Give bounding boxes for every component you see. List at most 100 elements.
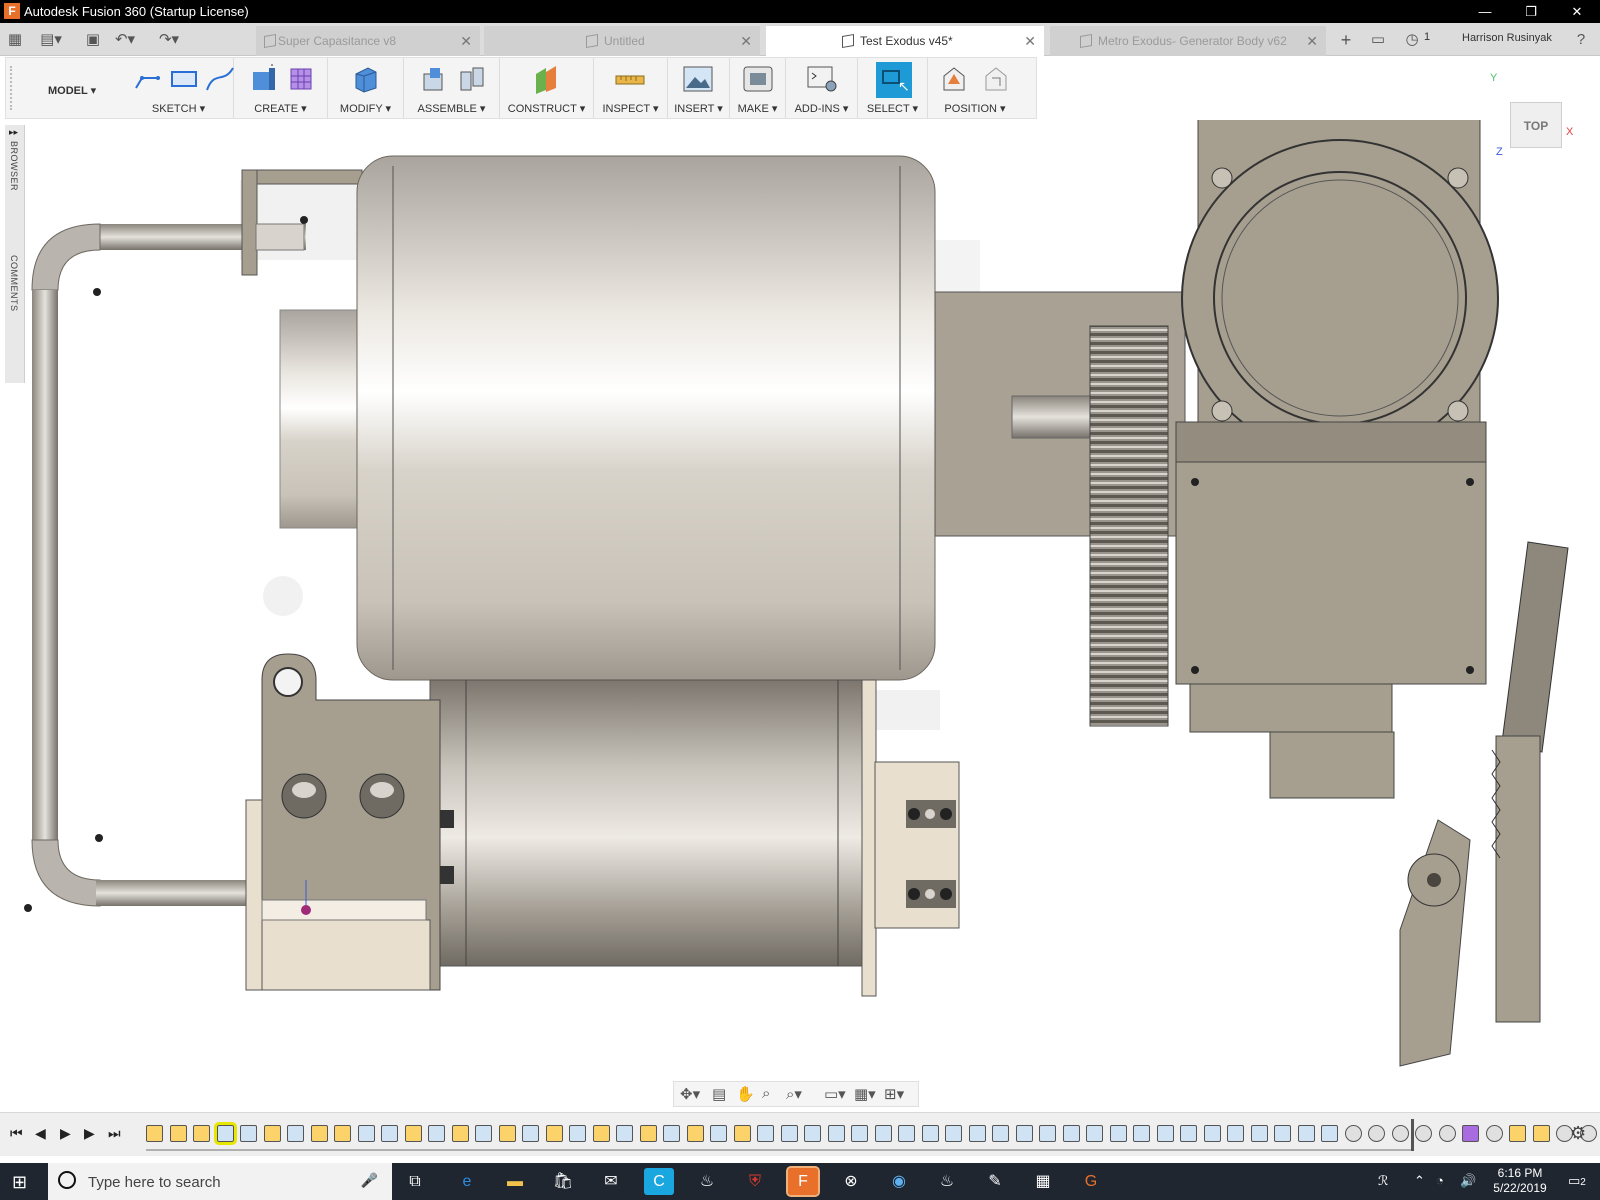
assemble-group[interactable]: ASSEMBLE ▾ — [404, 58, 500, 118]
windows-start-icon[interactable]: ⊞ — [12, 1172, 27, 1193]
notification-icon[interactable]: ▭2 — [1568, 1173, 1586, 1189]
timeline-feature[interactable] — [357, 1125, 375, 1142]
timeline-feature[interactable] — [428, 1125, 445, 1142]
timeline-feature[interactable] — [968, 1125, 986, 1142]
timeline-feature[interactable] — [569, 1125, 586, 1142]
form-icon[interactable] — [286, 64, 318, 94]
timeline-feature[interactable] — [1086, 1125, 1103, 1142]
timeline-feature[interactable] — [1062, 1125, 1080, 1142]
restore-button[interactable]: ❐ — [1508, 0, 1554, 23]
timeline-feature[interactable] — [1109, 1125, 1127, 1142]
timeline-feature[interactable] — [639, 1125, 657, 1142]
timeline-feature[interactable] — [1133, 1125, 1150, 1142]
viewcube[interactable]: TOP — [1510, 102, 1562, 148]
timeline-feature[interactable] — [287, 1125, 304, 1142]
rectangle-sketch-icon[interactable] — [168, 64, 200, 94]
timeline-feature[interactable] — [1485, 1125, 1503, 1142]
timeline-feature[interactable] — [1015, 1125, 1033, 1142]
taskbar-clock[interactable]: 6:16 PM 5/22/2019 — [1480, 1166, 1560, 1196]
position-group[interactable]: POSITION ▾ — [928, 58, 1022, 118]
timeline-track[interactable] — [146, 1149, 1414, 1151]
timeline-feature[interactable] — [686, 1125, 704, 1142]
taskbar-search[interactable]: Type here to search 🎤 — [48, 1163, 392, 1200]
microphone-icon[interactable]: 🎤 — [361, 1172, 378, 1189]
timeline-feature[interactable] — [1274, 1125, 1291, 1142]
app-icon-1[interactable]: ◉ — [884, 1168, 914, 1195]
timeline-feature[interactable] — [1391, 1125, 1409, 1142]
timeline-feature[interactable] — [1438, 1125, 1456, 1142]
timeline-feature[interactable] — [827, 1125, 845, 1142]
timeline-feature[interactable] — [263, 1125, 281, 1142]
timeline-feature[interactable] — [169, 1125, 187, 1142]
store-icon[interactable]: 🛍 — [548, 1168, 578, 1195]
tab-super-capasitance[interactable]: Super Capasitance v8 ✕ — [256, 26, 480, 56]
timeline-feature[interactable] — [1532, 1125, 1550, 1142]
play-icon[interactable]: ▶ — [60, 1125, 71, 1142]
3d-viewport[interactable] — [0, 120, 1600, 1080]
press-pull-icon[interactable] — [350, 64, 382, 94]
measure-icon[interactable] — [614, 64, 646, 94]
timeline-feature[interactable] — [1203, 1125, 1221, 1142]
gear-icon[interactable]: ⚙ — [1570, 1123, 1586, 1144]
joint-icon[interactable] — [456, 64, 488, 94]
extrude-icon[interactable] — [248, 64, 280, 94]
go-to-end-icon[interactable]: ⏭ — [108, 1125, 121, 1142]
scripts-icon[interactable] — [806, 64, 838, 94]
timeline-feature[interactable] — [334, 1125, 351, 1142]
timeline-feature[interactable] — [240, 1125, 257, 1142]
make-group[interactable]: MAKE ▾ — [730, 58, 786, 118]
fusion-taskbar-icon[interactable]: F — [786, 1166, 820, 1197]
pan-icon[interactable]: ✋ — [736, 1085, 755, 1103]
file-icon[interactable]: ▤▾ — [40, 29, 62, 51]
grid-icon[interactable]: ▦ — [4, 29, 26, 51]
close-tab-icon[interactable]: ✕ — [1306, 26, 1318, 56]
grid-settings-icon[interactable]: ▦▾ — [854, 1085, 876, 1103]
timeline-feature[interactable] — [381, 1125, 398, 1142]
construct-group[interactable]: CONSTRUCT ▾ — [500, 58, 594, 118]
undo-icon[interactable]: ↶▾ — [114, 29, 136, 51]
insert-image-icon[interactable] — [682, 64, 714, 94]
add-ins-group[interactable]: ADD-INS ▾ — [786, 58, 858, 118]
offset-plane-icon[interactable] — [530, 64, 562, 94]
timeline-feature[interactable] — [1250, 1125, 1268, 1142]
timeline-feature[interactable] — [404, 1125, 422, 1142]
timeline-feature[interactable] — [1227, 1125, 1244, 1142]
timeline-feature[interactable] — [451, 1125, 469, 1142]
steam-icon-2[interactable]: ♨ — [932, 1168, 962, 1195]
inspect-group[interactable]: INSPECT ▾ — [594, 58, 668, 118]
timeline-feature[interactable] — [851, 1125, 868, 1142]
modify-group[interactable]: MODIFY ▾ — [328, 58, 404, 118]
step-back-icon[interactable]: ◀ — [35, 1125, 46, 1142]
timeline-feature[interactable] — [710, 1125, 727, 1142]
timeline-feature[interactable] — [663, 1125, 680, 1142]
steam-icon[interactable]: ♨ — [692, 1168, 722, 1195]
minimize-button[interactable]: — — [1462, 0, 1508, 23]
file-explorer-icon[interactable]: ▬ — [500, 1168, 530, 1195]
viewports-icon[interactable]: ⊞▾ — [884, 1085, 904, 1103]
close-tab-icon[interactable]: ✕ — [1024, 26, 1036, 56]
timeline-feature[interactable] — [498, 1125, 516, 1142]
edge-icon[interactable]: e — [452, 1168, 482, 1195]
select-group[interactable]: ↖ SELECT ▾ — [858, 58, 928, 118]
redo-icon[interactable]: ↷▾ — [158, 29, 180, 51]
close-tab-icon[interactable]: ✕ — [460, 26, 472, 56]
revert-position-icon[interactable] — [980, 64, 1012, 94]
chat-icon[interactable]: ▭ — [1367, 29, 1389, 51]
save-icon[interactable]: ▣ — [82, 29, 104, 51]
volume-icon[interactable]: 🔊 — [1460, 1173, 1476, 1189]
timeline-feature[interactable] — [874, 1125, 892, 1142]
timeline-feature[interactable] — [592, 1125, 610, 1142]
help-icon[interactable]: ? — [1570, 29, 1592, 51]
model-canvas[interactable] — [0, 120, 1600, 1080]
timeline-feature[interactable] — [1156, 1125, 1174, 1142]
new-tab-icon[interactable]: + — [1335, 29, 1357, 51]
insert-group[interactable]: INSERT ▾ — [668, 58, 730, 118]
step-forward-icon[interactable]: ▶ — [84, 1125, 95, 1142]
timeline-feature[interactable] — [1368, 1125, 1385, 1142]
timeline-feature[interactable] — [921, 1125, 939, 1142]
timeline-feature[interactable] — [1462, 1125, 1479, 1142]
timeline-feature[interactable] — [1415, 1125, 1432, 1142]
create-group[interactable]: CREATE ▾ — [234, 58, 328, 118]
timeline-feature[interactable] — [1321, 1125, 1338, 1142]
capture-position-icon[interactable] — [938, 64, 970, 94]
